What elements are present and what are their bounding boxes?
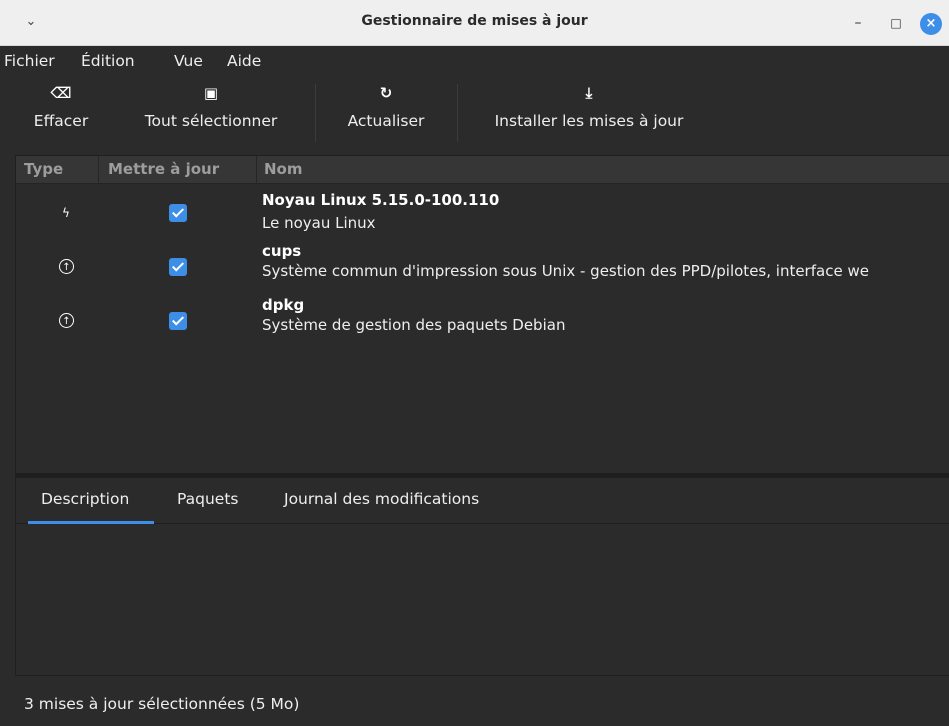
update-checkbox[interactable] — [169, 204, 187, 222]
clear-label: Effacer — [33, 112, 89, 130]
column-divider — [98, 156, 99, 184]
menu-bar: Fichier Édition Vue Aide — [0, 46, 949, 76]
column-header-type[interactable]: Type — [24, 160, 63, 178]
toolbar-separator — [457, 84, 458, 142]
download-icon: ⤓ — [585, 84, 593, 102]
details-tabs: Description Paquets Journal des modifica… — [16, 478, 949, 524]
column-divider — [256, 156, 257, 184]
close-button[interactable]: × — [920, 13, 942, 35]
update-checkbox[interactable] — [169, 312, 187, 330]
package-description: Système de gestion des paquets Debian — [262, 316, 566, 334]
select-all-icon: ▣ — [203, 84, 219, 102]
window-title: Gestionnaire de mises à jour — [361, 13, 588, 29]
menu-edition[interactable]: Édition — [81, 52, 135, 70]
upgrade-arrow-icon: ↑ — [59, 313, 74, 328]
menu-fichier[interactable]: Fichier — [4, 52, 55, 70]
title-bar: ⌄ Gestionnaire de mises à jour – □ × — [0, 0, 949, 46]
package-name: dpkg — [262, 296, 305, 314]
package-name: Noyau Linux 5.15.0-100.110 — [262, 191, 500, 209]
toolbar-separator — [315, 84, 316, 142]
minimize-button[interactable]: – — [847, 13, 869, 35]
tab-changelog[interactable]: Journal des modifications — [284, 490, 479, 508]
maximize-button[interactable]: □ — [885, 13, 907, 35]
list-header: Type Mettre à jour Nom — [16, 156, 949, 184]
table-row[interactable]: ↑ cups Système commun d'impression sous … — [16, 242, 949, 292]
upgrade-arrow-icon: ↑ — [59, 259, 74, 274]
toolbar: ⌫ Effacer ▣ Tout sélectionner ↻ Actualis… — [0, 76, 949, 150]
install-updates-button[interactable]: ⤓ Installer les mises à jour — [462, 82, 716, 144]
tab-description[interactable]: Description — [41, 490, 129, 508]
refresh-button[interactable]: ↻ Actualiser — [320, 82, 452, 144]
tab-packages[interactable]: Paquets — [177, 490, 239, 508]
package-description: Le noyau Linux — [262, 214, 376, 232]
select-all-label: Tout sélectionner — [144, 112, 278, 130]
menu-aide[interactable]: Aide — [227, 52, 261, 70]
status-text: 3 mises à jour sélectionnées (5 Mo) — [24, 695, 300, 713]
menu-vue[interactable]: Vue — [174, 52, 203, 70]
table-row[interactable]: ↑ dpkg Système de gestion des paquets De… — [16, 296, 949, 346]
kernel-bolt-icon: ϟ — [62, 206, 70, 220]
column-header-update[interactable]: Mettre à jour — [108, 160, 219, 178]
select-all-button[interactable]: ▣ Tout sélectionner — [122, 82, 300, 144]
package-description: Système commun d'impression sous Unix - … — [262, 262, 869, 280]
package-name: cups — [262, 242, 302, 260]
backspace-icon: ⌫ — [50, 84, 72, 102]
details-notebook: Description Paquets Journal des modifica… — [15, 478, 949, 676]
clear-button[interactable]: ⌫ Effacer — [0, 82, 122, 144]
update-checkbox[interactable] — [169, 258, 187, 276]
table-row[interactable]: ϟ Noyau Linux 5.15.0-100.110 Le noyau Li… — [16, 188, 949, 238]
updates-list[interactable]: Type Mettre à jour Nom ϟ Noyau Linux 5.1… — [15, 155, 949, 473]
install-updates-label: Installer les mises à jour — [494, 112, 684, 130]
refresh-icon: ↻ — [379, 84, 393, 102]
active-tab-indicator — [28, 521, 154, 524]
refresh-label: Actualiser — [347, 112, 425, 130]
column-header-name[interactable]: Nom — [264, 160, 303, 178]
